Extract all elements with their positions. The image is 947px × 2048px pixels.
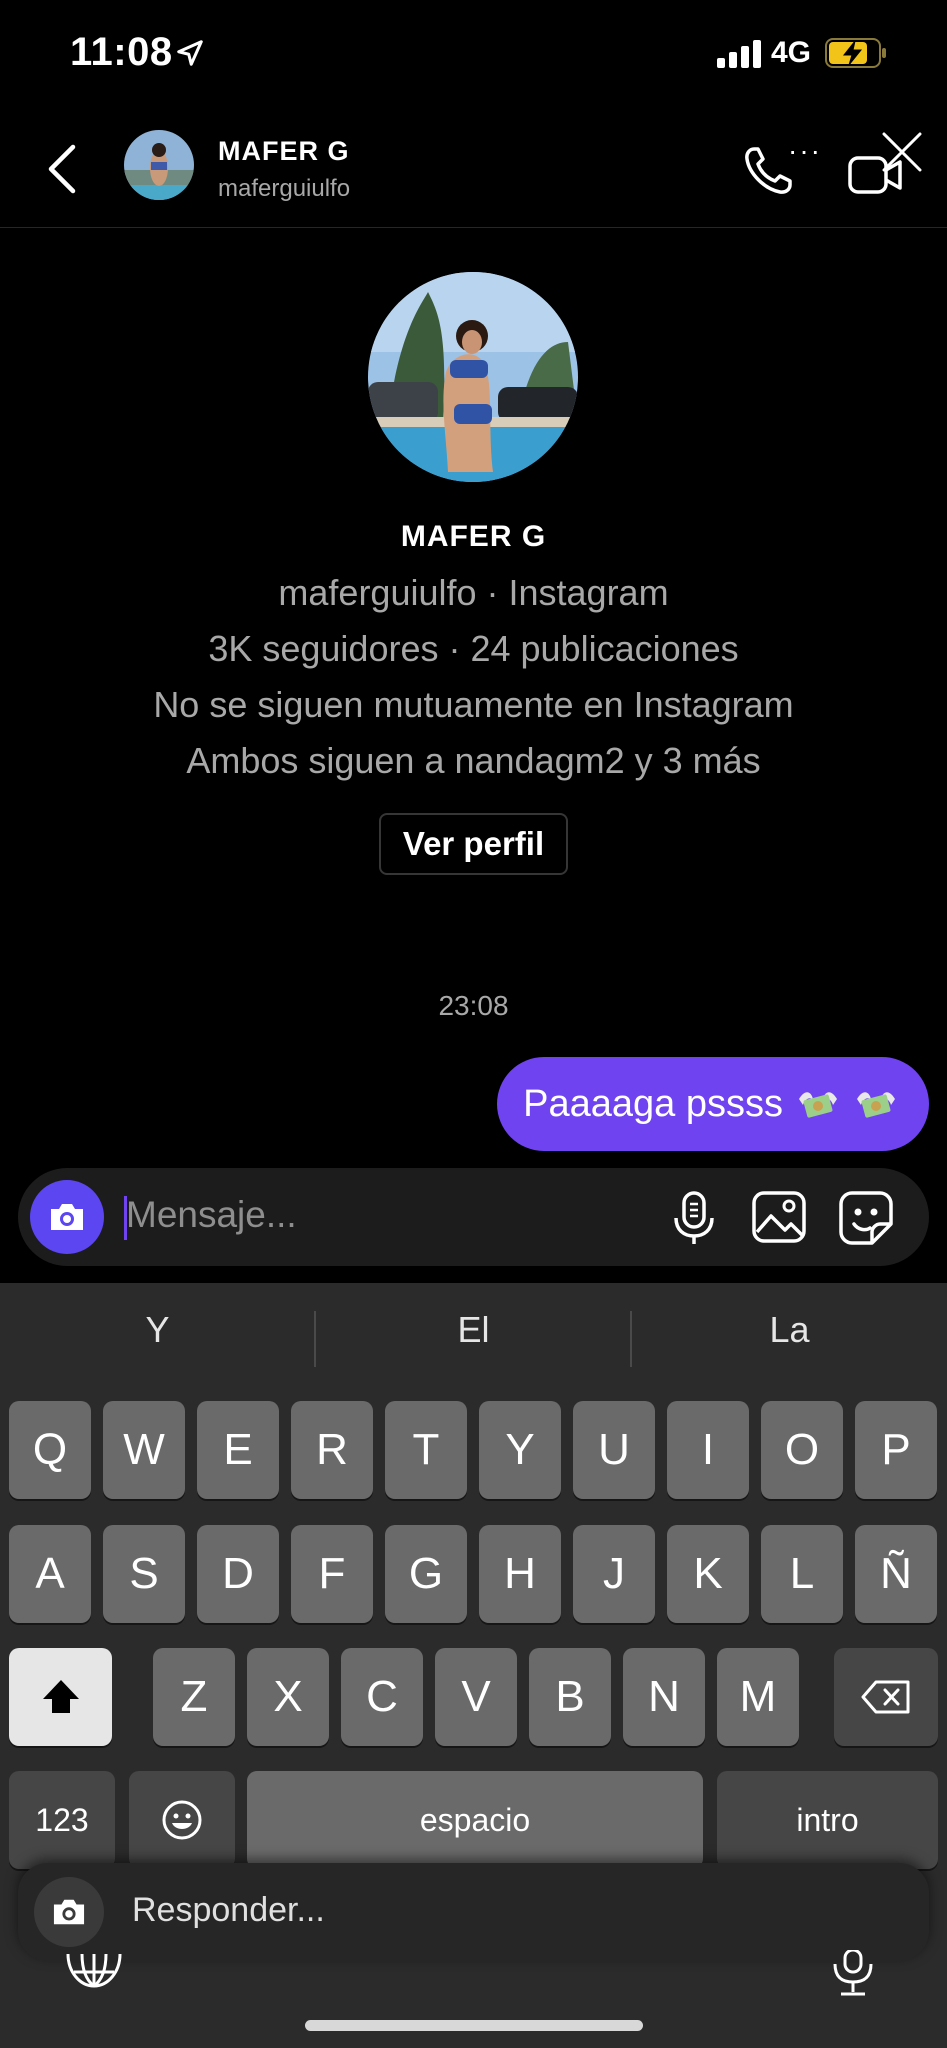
battery-charging-icon: [825, 38, 886, 68]
backspace-icon: [861, 1680, 910, 1714]
status-time: 11:08: [70, 30, 173, 74]
key[interactable]: M: [717, 1648, 799, 1746]
microphone-icon[interactable]: [668, 1190, 720, 1246]
shift-key[interactable]: [9, 1648, 112, 1746]
profile-stats-line: 3K seguidores · 24 publicaciones: [208, 628, 739, 669]
delete-key[interactable]: [834, 1648, 938, 1746]
key[interactable]: J: [573, 1525, 655, 1623]
globe-icon[interactable]: [64, 1950, 124, 1990]
video-call-icon[interactable]: [846, 130, 926, 210]
status-bar: 11:08 4G: [0, 0, 947, 110]
profile-follow-status: No se siguen mutuamente en Instagram: [153, 684, 794, 725]
key[interactable]: R: [291, 1401, 373, 1499]
emoji-key[interactable]: [129, 1771, 235, 1869]
money-with-wings-icon: [857, 1092, 895, 1118]
key[interactable]: F: [291, 1525, 373, 1623]
key[interactable]: P: [855, 1401, 937, 1499]
header-name[interactable]: MAFER G: [218, 136, 350, 167]
camera-button[interactable]: [30, 1180, 104, 1254]
sent-message-bubble[interactable]: Paaaaga pssss: [497, 1057, 929, 1151]
key[interactable]: X: [247, 1648, 329, 1746]
key[interactable]: I: [667, 1401, 749, 1499]
key[interactable]: Y: [479, 1401, 561, 1499]
predictive-suggestions: Y El La: [0, 1283, 947, 1393]
gallery-icon[interactable]: [751, 1190, 807, 1244]
key[interactable]: H: [479, 1525, 561, 1623]
suggestion-item[interactable]: Y: [0, 1309, 315, 1351]
chat-header: MAFER G maferguiulfo ···: [0, 110, 947, 228]
profile-name: MAFER G: [400, 520, 547, 553]
profile-username-line: maferguiulfo · Instagram: [278, 572, 669, 613]
header-avatar[interactable]: [124, 130, 194, 200]
key[interactable]: D: [197, 1525, 279, 1623]
key[interactable]: L: [761, 1525, 843, 1623]
key[interactable]: A: [9, 1525, 91, 1623]
message-timestamp: 23:08: [438, 990, 509, 1021]
camera-icon: [53, 1899, 85, 1925]
profile-avatar[interactable]: [368, 272, 578, 482]
key[interactable]: G: [385, 1525, 467, 1623]
reply-bar[interactable]: Responder...: [18, 1863, 929, 1961]
more-icon[interactable]: ···: [788, 137, 822, 165]
message-composer[interactable]: Mensaje...: [18, 1168, 929, 1266]
suggestion-item[interactable]: El: [316, 1309, 631, 1351]
reply-input[interactable]: Responder...: [132, 1891, 325, 1930]
space-key[interactable]: espacio: [247, 1771, 703, 1869]
key[interactable]: V: [435, 1648, 517, 1746]
key[interactable]: O: [761, 1401, 843, 1499]
key[interactable]: B: [529, 1648, 611, 1746]
key[interactable]: C: [341, 1648, 423, 1746]
message-text: Paaaaga pssss: [523, 1082, 783, 1125]
key[interactable]: Z: [153, 1648, 235, 1746]
dictation-microphone-icon[interactable]: [826, 1950, 880, 1998]
shift-arrow-icon: [42, 1680, 79, 1713]
key[interactable]: Q: [9, 1401, 91, 1499]
key[interactable]: K: [667, 1525, 749, 1623]
emoji-icon: [162, 1800, 202, 1840]
header-username: maferguiulfo: [218, 175, 351, 202]
numbers-key[interactable]: 123: [9, 1771, 115, 1869]
money-with-wings-icon: [799, 1092, 837, 1118]
key[interactable]: N: [623, 1648, 705, 1746]
key[interactable]: S: [103, 1525, 185, 1623]
reply-camera-button[interactable]: [34, 1877, 104, 1947]
key[interactable]: U: [573, 1401, 655, 1499]
profile-mutual-follows: Ambos siguen a nandagm2 y 3 más: [186, 740, 761, 781]
suggestion-item[interactable]: La: [632, 1309, 947, 1351]
location-arrow-icon: [177, 40, 203, 66]
home-indicator: [305, 2020, 643, 2031]
message-input[interactable]: Mensaje...: [126, 1194, 297, 1236]
sticker-icon[interactable]: [838, 1190, 894, 1246]
return-key[interactable]: intro: [717, 1771, 938, 1869]
back-chevron-icon[interactable]: [45, 143, 79, 195]
view-profile-button[interactable]: Ver perfil: [379, 813, 568, 875]
camera-icon: [51, 1204, 83, 1230]
key[interactable]: E: [197, 1401, 279, 1499]
key[interactable]: Ñ: [855, 1525, 937, 1623]
key[interactable]: W: [103, 1401, 185, 1499]
key[interactable]: T: [385, 1401, 467, 1499]
network-type: 4G: [771, 36, 812, 69]
cellular-signal-icon: [717, 40, 761, 68]
